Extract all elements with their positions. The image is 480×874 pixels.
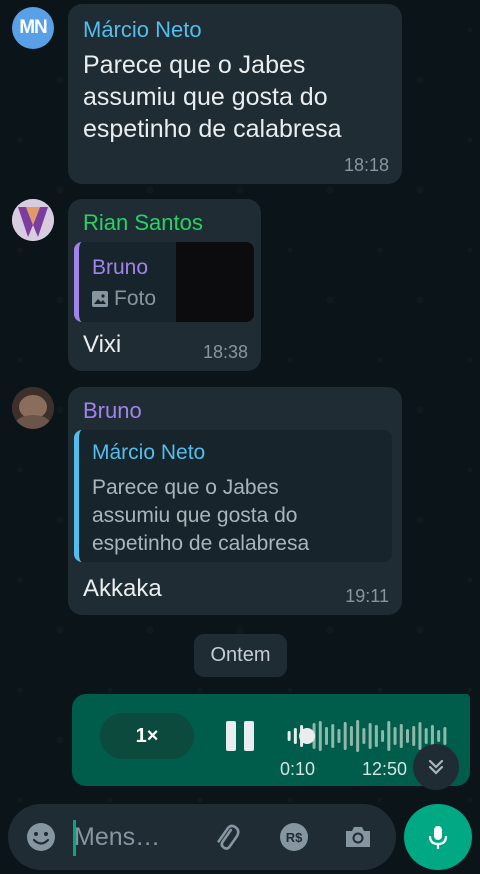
quote-thumbnail — [176, 242, 254, 322]
quote-media: Foto — [92, 287, 156, 311]
camera-icon — [346, 827, 370, 847]
scroll-to-bottom-button[interactable] — [413, 744, 459, 790]
voice-elapsed: 0:10 — [280, 759, 316, 779]
message-composer: R$ — [8, 804, 396, 870]
avatar[interactable]: MN — [12, 7, 54, 49]
message-bubble[interactable]: Bruno Márcio Neto Parece que o Jabes ass… — [68, 387, 402, 615]
waveform-bar — [443, 727, 447, 745]
waveform-scrubber[interactable] — [299, 728, 316, 744]
waveform-bar — [293, 728, 297, 744]
waveform-bar — [287, 731, 291, 741]
waveform-bar — [412, 726, 416, 746]
attach-button[interactable] — [208, 819, 244, 855]
message-text: Akkaka — [83, 575, 162, 602]
voice-timestamp: 12:50 — [362, 759, 408, 779]
avatar[interactable] — [12, 199, 54, 241]
message-line: Parece que o Jabes — [83, 51, 306, 79]
waveform-bar — [399, 724, 403, 748]
mic-button[interactable] — [404, 804, 472, 870]
waveform-bar — [362, 728, 366, 744]
quote-line: Parece que o Jabes — [92, 476, 279, 499]
avatar-initials: MN — [19, 17, 48, 38]
quoted-message[interactable]: Márcio Neto Parece que o Jabes assumiu q… — [74, 430, 392, 562]
date-divider: Ontem — [194, 634, 287, 677]
double-chevron-down-icon — [428, 759, 444, 775]
waveform-bar — [424, 728, 428, 744]
waveform-bar — [406, 729, 409, 743]
waveform-bar — [387, 721, 391, 751]
message-text: Vixi — [83, 331, 122, 358]
message-input[interactable] — [74, 818, 204, 856]
message-text: Parece que o Jabes assumiu que gosta do … — [83, 49, 342, 145]
message-line: espetinho de calabresa — [83, 115, 342, 143]
waveform-bar — [368, 723, 372, 749]
quote-line: espetinho de calabresa — [92, 532, 310, 555]
message-line: assumiu que gosta do — [83, 83, 328, 111]
waveform-bar — [331, 724, 335, 748]
message-time: 18:18 — [343, 155, 389, 175]
sender-name[interactable]: Rian Santos — [83, 210, 203, 236]
waveform-bar — [343, 722, 347, 750]
pause-icon[interactable] — [226, 721, 254, 751]
waveform-bar — [356, 720, 360, 752]
waveform-bar — [393, 727, 397, 745]
sender-name[interactable]: Márcio Neto — [83, 17, 202, 43]
avatar-image — [12, 199, 54, 241]
quote-line: assumiu que gosta do — [92, 504, 298, 527]
playback-speed-button[interactable]: 1× — [100, 713, 194, 759]
quote-text: Parece que o Jabes assumiu que gosta do … — [92, 474, 309, 558]
message-time: 19:11 — [345, 586, 389, 606]
message-bubble[interactable]: Márcio Neto Parece que o Jabes assumiu q… — [68, 4, 402, 184]
waveform-bar — [418, 722, 422, 750]
avatar-image — [12, 387, 54, 429]
mic-icon — [428, 826, 448, 849]
payment-button[interactable]: R$ — [276, 819, 312, 855]
payment-icon: R$ — [280, 823, 308, 851]
svg-text:R$: R$ — [286, 830, 303, 845]
voice-note-bubble[interactable]: 1× 0:10 12:50 — [72, 694, 470, 786]
waveform-bar — [437, 730, 441, 742]
waveform-bar — [374, 725, 378, 747]
message-time: 18:38 — [202, 342, 248, 362]
quoted-message[interactable]: Bruno Foto — [74, 242, 254, 322]
avatar[interactable] — [12, 387, 54, 429]
photo-icon — [92, 291, 108, 307]
quote-media-label: Foto — [114, 287, 157, 310]
waveform-bar — [381, 730, 385, 742]
waveform-bar — [318, 721, 322, 751]
waveform-bar — [325, 727, 328, 745]
emoji-icon — [27, 823, 55, 851]
quote-author: Márcio Neto — [92, 441, 206, 464]
waveform-bar — [349, 726, 353, 746]
attach-icon — [217, 824, 240, 850]
camera-button[interactable] — [340, 819, 376, 855]
sender-name[interactable]: Bruno — [83, 398, 142, 424]
quote-author: Bruno — [92, 256, 149, 279]
waveform-bar — [337, 729, 341, 743]
message-bubble[interactable]: Rian Santos Bruno Foto Vixi 18:38 — [68, 199, 261, 371]
emoji-button[interactable] — [23, 819, 59, 855]
